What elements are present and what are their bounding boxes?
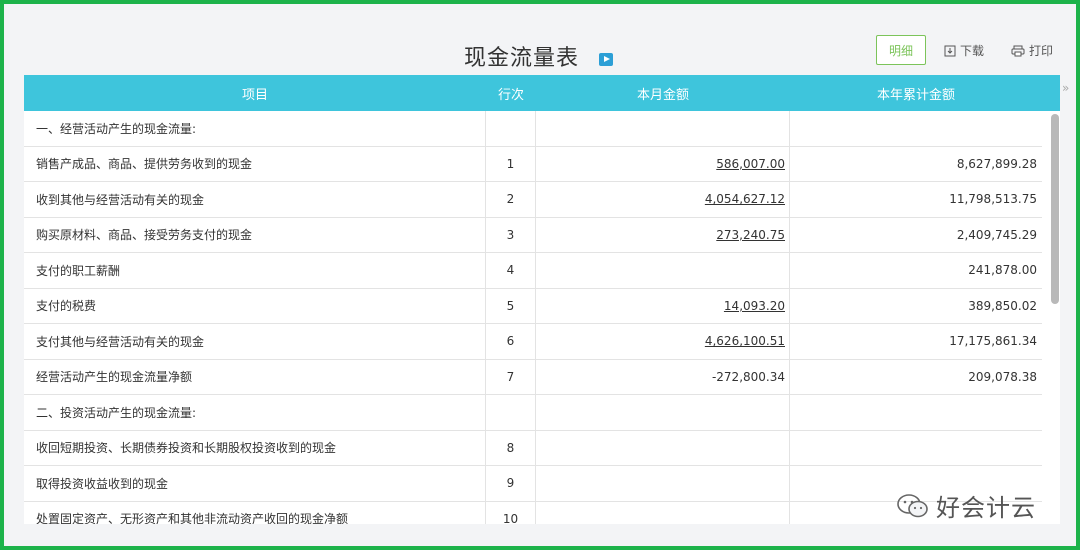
print-button[interactable]: 打印 (1011, 42, 1053, 59)
download-button[interactable]: 下载 (944, 42, 984, 59)
table-row: 一、经营活动产生的现金流量: (24, 111, 1042, 147)
cell-year-amount: 241,878.00 (968, 263, 1037, 278)
cell-month-amount: 273,240.75 (536, 217, 790, 252)
table-body: 一、经营活动产生的现金流量: 销售产成品、商品、提供劳务收到的现金 1 586,007… (24, 111, 1042, 524)
cell-line-number: 10 (486, 501, 536, 524)
table-row: 收到其他与经营活动有关的现金 2 4,054,627.12 11,798,513.75 (24, 182, 1042, 218)
column-header-month: 本月金额 (636, 87, 689, 103)
table-row: 经营活动产生的现金流量净额 7 -272,800.34 209,078.38 (24, 359, 1042, 395)
month-amount-link[interactable]: 586,007.00 (716, 157, 785, 171)
vertical-scrollbar[interactable] (1051, 114, 1059, 304)
table-row: 购买原材料、商品、接受劳务支付的现金 3 273,240.75 2,409,745.2… (24, 217, 1042, 253)
download-label: 下载 (960, 44, 985, 58)
cell-line-number: 2 (486, 182, 536, 217)
cell-item: 支付的职工薪酬 (24, 253, 486, 288)
cell-year-amount (790, 111, 1042, 146)
month-amount-link[interactable]: 4,054,627.12 (705, 192, 785, 206)
video-play-icon[interactable] (599, 52, 614, 66)
cell-line-number: 4 (486, 253, 536, 288)
app-frame: 现金流量表 明细 下载 打印 » 项目 行次 本月金额 本年累计金额 一、经营活… (0, 0, 1080, 550)
double-chevron-right-icon[interactable]: » (1062, 81, 1069, 95)
cell-item: 支付其他与经营活动有关的现金 (24, 324, 486, 359)
cell-line-number (486, 395, 536, 430)
cell-month-amount: 4,626,100.51 (536, 324, 790, 359)
table-row: 收回短期投资、长期债券投资和长期股权投资收到的现金 8 (24, 430, 1042, 466)
table-row: 销售产成品、商品、提供劳务收到的现金 1 586,007.00 8,627,899.2… (24, 146, 1042, 182)
download-icon (944, 45, 956, 56)
column-header-item: 项目 (241, 87, 268, 103)
cell-item: 购买原材料、商品、接受劳务支付的现金 (24, 217, 486, 252)
cell-year-amount: 209,078.38 (968, 369, 1037, 384)
wechat-icon (897, 493, 928, 517)
watermark-text: 好会计云 (936, 494, 1036, 522)
table-row: 二、投资活动产生的现金流量: (24, 395, 1042, 431)
cell-item: 支付的税费 (24, 288, 486, 323)
month-amount-link[interactable]: 4,626,100.51 (705, 334, 785, 348)
table-row: 支付的职工薪酬 4 241,878.00 (24, 253, 1042, 289)
cell-line-number: 1 (486, 146, 536, 181)
cell-line-number: 7 (486, 359, 536, 394)
column-header-line: 行次 (497, 87, 524, 103)
cell-line-number: 9 (486, 466, 536, 501)
cell-month-amount (536, 430, 790, 465)
cell-line-number: 6 (486, 324, 536, 359)
page-title: 现金流量表 (464, 46, 580, 71)
printer-icon (1011, 45, 1025, 56)
cell-month-amount: -272,800.34 (536, 359, 790, 394)
cell-year-amount (790, 395, 1042, 430)
cell-month-amount: 14,093.20 (536, 288, 790, 323)
detail-button[interactable]: 明细 (876, 35, 926, 65)
cell-item: 处置固定资产、无形资产和其他非流动资产收回的现金净额 (24, 501, 486, 524)
cell-month-amount: 4,054,627.12 (536, 182, 790, 217)
cell-item: 经营活动产生的现金流量净额 (24, 359, 486, 394)
print-label: 打印 (1029, 44, 1054, 58)
cell-year-amount: 8,627,899.28 (956, 156, 1037, 171)
table-row: 支付的税费 5 14,093.20 389,850.02 (24, 288, 1042, 324)
month-amount-link[interactable]: 14,093.20 (724, 299, 785, 313)
cell-item: 销售产成品、商品、提供劳务收到的现金 (24, 146, 486, 181)
cell-line-number (486, 111, 536, 146)
cell-month-amount (536, 111, 790, 146)
cell-month-amount (536, 253, 790, 288)
cell-year-amount: 11,798,513.75 (949, 192, 1037, 207)
cell-year-amount: 2,409,745.29 (956, 227, 1037, 242)
cell-year-amount (790, 431, 1042, 466)
report-header: 现金流量表 明细 下载 打印 (4, 4, 1076, 78)
cell-month-amount: 586,007.00 (536, 146, 790, 181)
watermark: 好会计云 (896, 488, 1036, 523)
cell-item: 一、经营活动产生的现金流量: (24, 111, 486, 146)
table-row: 支付其他与经营活动有关的现金 6 4,626,100.51 17,175,861.34 (24, 324, 1042, 360)
cell-line-number: 3 (486, 217, 536, 252)
month-amount-link[interactable]: 273,240.75 (716, 228, 785, 242)
cell-year-amount: 389,850.02 (968, 298, 1037, 313)
cell-item: 取得投资收益收到的现金 (24, 466, 486, 501)
cell-month-amount (536, 466, 790, 501)
cell-line-number: 5 (486, 288, 536, 323)
cell-month-amount (536, 501, 790, 524)
table-row: 取得投资收益收到的现金 9 (24, 466, 1042, 502)
cell-item: 二、投资活动产生的现金流量: (24, 395, 486, 430)
table-row: 处置固定资产、无形资产和其他非流动资产收回的现金净额 10 (24, 501, 1042, 524)
cashflow-table: 项目 行次 本月金额 本年累计金额 一、经营活动产生的现金流量: 销售产成品、商品… (24, 75, 1060, 524)
cell-year-amount: 17,175,861.34 (949, 334, 1037, 349)
column-header-year: 本年累计金额 (876, 87, 955, 103)
cell-line-number: 8 (486, 430, 536, 465)
cell-month-amount (536, 395, 790, 430)
cell-item: 收回短期投资、长期债券投资和长期股权投资收到的现金 (24, 430, 486, 465)
table-header: 项目 行次 本月金额 本年累计金额 (24, 75, 1060, 111)
cell-item: 收到其他与经营活动有关的现金 (24, 182, 486, 217)
title-group: 现金流量表 (464, 40, 614, 72)
